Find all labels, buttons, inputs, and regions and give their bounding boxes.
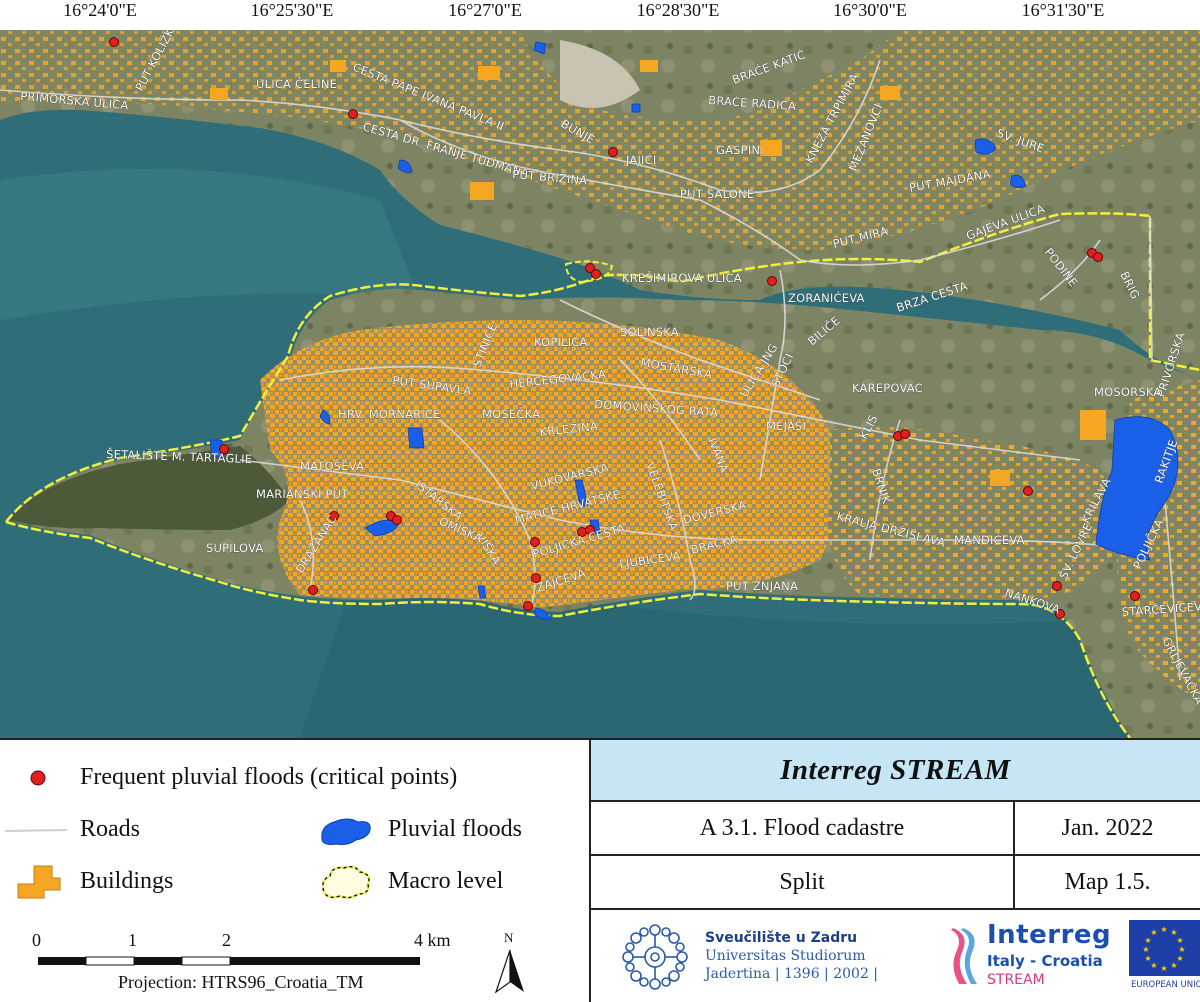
program-title: Interreg STREAM	[591, 740, 1200, 802]
title-block: Interreg STREAM A 3.1. Flood cadastre Ja…	[591, 740, 1200, 1002]
eu-flag-icon: ★ ★★ ★★★ ★★★ ★★★	[1129, 920, 1200, 976]
legend-macro-level-label: Macro level	[388, 868, 504, 894]
street-label: KOPILICA	[534, 335, 588, 349]
svg-text:★: ★	[1142, 945, 1149, 954]
street-label: HRV. MORNARICE	[338, 407, 441, 421]
map-number: Map 1.5.	[1015, 856, 1200, 910]
university-latin-name: Universitas Studiorum	[705, 948, 866, 964]
street-label: MANDIĆEVA	[954, 532, 1025, 547]
svg-text:★: ★	[1176, 936, 1183, 945]
coordinate-label: 16°24'0"E	[63, 0, 137, 20]
street-label: SUPILOVA	[206, 541, 264, 555]
coordinate-strip: 16°24'0"E 16°25'30"E 16°27'0"E 16°28'30"…	[0, 0, 1200, 30]
north-label: N	[504, 930, 514, 945]
street-label: PUT SALONE	[680, 187, 754, 201]
buildings-blocks-icon	[17, 865, 61, 899]
scale-tick-label: 2	[222, 930, 231, 950]
activity-title: A 3.1. Flood cadastre	[591, 802, 1015, 856]
street-label: ULICA ČELINE	[256, 76, 337, 91]
north-arrow-icon	[494, 949, 524, 994]
street-label: PUT ŽNJANA	[726, 578, 798, 593]
svg-text:★: ★	[1160, 925, 1167, 934]
street-label: GASPINI	[716, 143, 764, 157]
scale-tick-label: 0	[32, 930, 41, 950]
map-frame: 16°24'0"E 16°25'30"E 16°27'0"E 16°28'30"…	[0, 0, 1200, 738]
university-seal-icon	[622, 924, 688, 990]
street-label: KREŠIMIROVA ULICA	[622, 270, 742, 285]
interreg-ribbon-icon	[951, 928, 977, 984]
university-name: Sveučilište u Zadru	[705, 930, 858, 946]
red-dot-icon	[30, 770, 46, 786]
svg-text:★: ★	[1160, 964, 1167, 973]
legend-buildings-label: Buildings	[80, 868, 174, 894]
svg-text:★: ★	[1144, 954, 1151, 963]
projection-label: Projection: HTRS96_Croatia_TM	[118, 972, 364, 992]
logos-row: Sveučilište u Zadru Universitas Studioru…	[591, 910, 1200, 1002]
coordinate-label: 16°30'0"E	[833, 0, 907, 20]
coordinate-label: 16°25'30"E	[250, 0, 334, 20]
coordinate-label: 16°27'0"E	[448, 0, 522, 20]
interreg-programme: Italy - Croatia	[987, 952, 1103, 970]
street-label: ZORANIĆEVA	[788, 290, 865, 305]
interreg-project: STREAM	[987, 972, 1045, 988]
legend-pluvial-floods-label: Pluvial floods	[388, 816, 523, 842]
svg-text:★: ★	[1170, 961, 1177, 970]
svg-text:★: ★	[1150, 928, 1157, 937]
street-label: MOSORSKA	[1094, 385, 1161, 399]
scale-bar	[38, 956, 420, 966]
satellite-map[interactable]: PUT KOLIŽKA ULICA ČELINE PRIMORSKA ULICA…	[0, 30, 1200, 738]
city-name: Split	[591, 856, 1015, 910]
svg-text:★: ★	[1178, 945, 1185, 954]
road-line-icon	[5, 829, 67, 832]
legend: Frequent pluvial floods (critical points…	[0, 740, 591, 1002]
coordinate-label: 16°28'30"E	[636, 0, 720, 20]
legend-roads-label: Roads	[80, 816, 140, 842]
street-label: MATOŠEVA	[300, 458, 364, 473]
map-canvas: PUT KOLIŽKA ULICA ČELINE PRIMORSKA ULICA…	[0, 30, 1200, 738]
university-years: Jadertina | 1396 | 2002 |	[705, 966, 879, 982]
scale-tick-label: 4 km	[414, 930, 451, 950]
interreg-wordmark: Interreg	[987, 920, 1112, 950]
street-label: MARIANSKI PUT	[256, 487, 349, 501]
macro-level-outline-icon	[321, 865, 371, 899]
bottom-panel: Frequent pluvial floods (critical points…	[0, 738, 1200, 1002]
coordinate-label: 16°31'30"E	[1021, 0, 1105, 20]
street-label: SOLINSKA	[620, 325, 679, 339]
pluvial-flood-blob-icon	[321, 818, 371, 845]
street-label: MEJAŠI	[766, 418, 806, 433]
street-label: KAREPOVAC	[852, 381, 923, 395]
svg-text:★: ★	[1144, 936, 1151, 945]
legend-critical-points-label: Frequent pluvial floods (critical points…	[80, 764, 458, 790]
eu-label: EUROPEAN UNION	[1131, 980, 1200, 990]
map-date: Jan. 2022	[1015, 802, 1200, 856]
scale-tick-label: 1	[128, 930, 137, 950]
street-label: JAJIĆI	[625, 152, 656, 167]
street-label: MOSEČKA	[482, 406, 540, 421]
